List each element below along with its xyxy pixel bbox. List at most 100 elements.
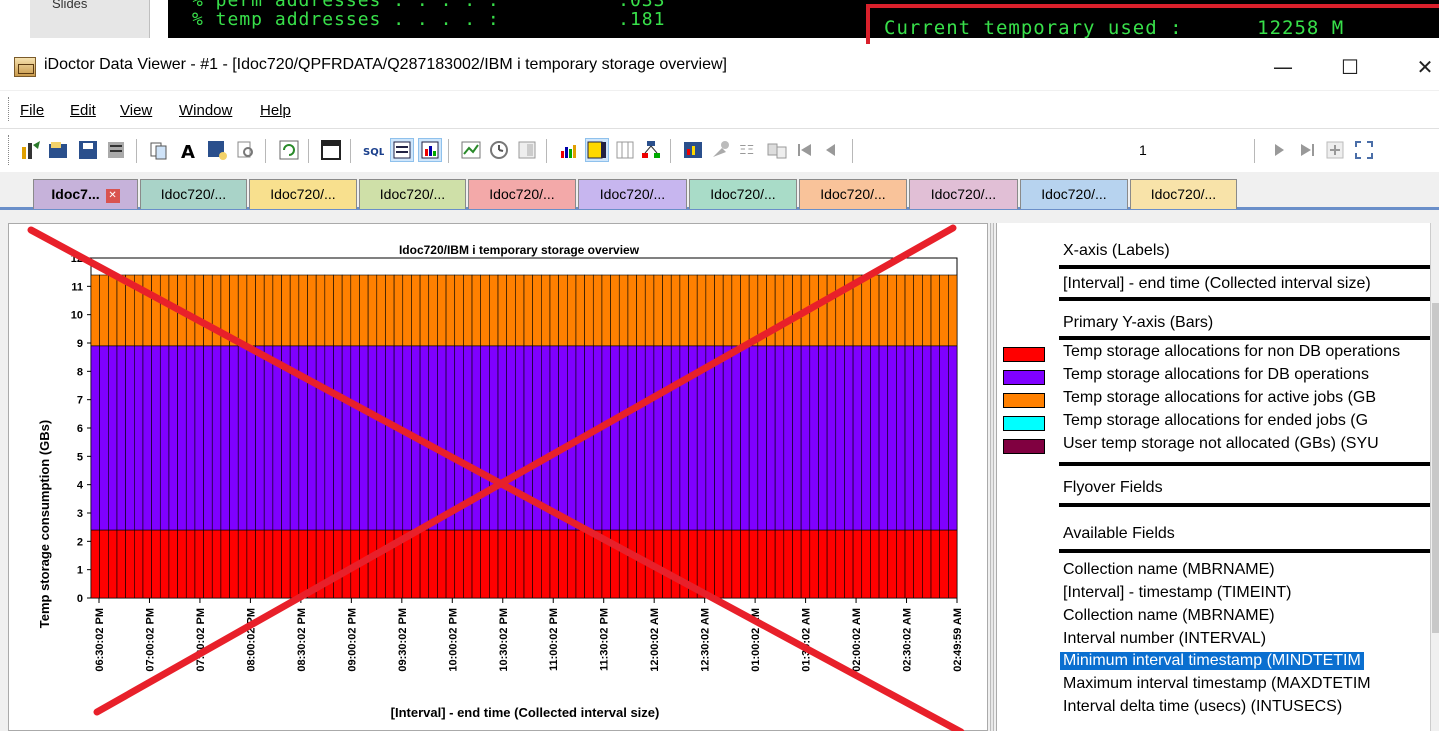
flowchart-icon[interactable] [640, 139, 662, 161]
refresh-icon[interactable] [278, 139, 300, 161]
graph-view-icon[interactable] [418, 138, 442, 162]
bar-segment-0 [506, 529, 516, 599]
tab-active[interactable]: Idoc7... ✕ [33, 179, 138, 209]
bar-segment-1 [497, 345, 507, 531]
export-chart-icon[interactable] [682, 139, 704, 161]
save-icon[interactable] [77, 139, 99, 161]
bar-segment-1 [861, 345, 871, 531]
tab-label: Idoc720/... [1041, 186, 1107, 202]
bar-segment-2 [601, 274, 611, 347]
tab-2[interactable]: Idoc720/... [140, 179, 247, 209]
chart-panel[interactable]: Idoc720/IBM i temporary storage overview… [8, 223, 988, 731]
toolbar-grip [8, 135, 11, 165]
tools-icon[interactable] [710, 139, 732, 161]
field-item[interactable]: [Interval] - timestamp (TIMEINT) [1063, 584, 1291, 602]
menu-file[interactable]: File [20, 102, 44, 119]
tab-8[interactable]: Idoc720/... [799, 179, 907, 209]
menu-view[interactable]: View [120, 102, 152, 119]
layout-icon[interactable] [320, 139, 342, 161]
compare-icon[interactable] [766, 139, 788, 161]
bar-segment-2 [263, 274, 274, 347]
series-swatch-active-jobs [1003, 393, 1045, 408]
bar-chart-icon[interactable] [558, 139, 580, 161]
field-item[interactable]: Maximum interval timestamp (MAXDTETIM [1063, 675, 1371, 693]
close-button[interactable]: ✕ [1405, 50, 1439, 84]
series-active-jobs[interactable]: Temp storage allocations for active jobs… [1063, 389, 1376, 407]
tab-10[interactable]: Idoc720/... [1020, 179, 1128, 209]
next-record-icon[interactable] [1268, 139, 1290, 161]
bar-segment-1 [558, 345, 568, 531]
menu-bar: File Edit View Window Help [0, 90, 1439, 128]
bar-segment-0 [367, 529, 378, 599]
open-icon[interactable] [47, 139, 69, 161]
table-view-icon[interactable] [390, 138, 414, 162]
bar-segment-0 [125, 529, 135, 599]
bar-segment-2 [731, 274, 741, 347]
last-record-icon[interactable] [1296, 139, 1318, 161]
xaxis-field[interactable]: [Interval] - end time (Collected interva… [1063, 275, 1371, 293]
tab-4[interactable]: Idoc720/... [359, 179, 466, 209]
bar-segment-2 [870, 274, 880, 347]
bar-segment-1 [315, 345, 326, 531]
series-non-db[interactable]: Temp storage allocations for non DB oper… [1063, 343, 1400, 361]
tab-11[interactable]: Idoc720/... [1130, 179, 1237, 209]
bar-segment-1 [341, 345, 352, 531]
fullscreen-icon[interactable] [1353, 139, 1375, 161]
copy-icon[interactable] [148, 139, 170, 161]
previous-record-icon[interactable] [820, 139, 842, 161]
clock-icon[interactable] [488, 139, 510, 161]
tab-5[interactable]: Idoc720/... [468, 179, 576, 209]
maximize-button[interactable]: ☐ [1330, 50, 1370, 84]
svg-text:SQL: SQL [363, 147, 384, 158]
sql-icon[interactable]: SQL [362, 139, 384, 161]
menu-edit[interactable]: Edit [70, 102, 96, 119]
field-item[interactable]: Interval delta time (usecs) (INTUSECS) [1063, 698, 1342, 716]
bar-segment-0 [731, 529, 741, 599]
bar-segment-0 [809, 529, 819, 599]
bar-segment-2 [203, 274, 213, 347]
slides-tab[interactable]: Slides [30, 0, 150, 38]
field-item[interactable]: Collection name (MBRNAME) [1063, 561, 1275, 579]
font-icon[interactable]: A [178, 139, 200, 161]
add-icon[interactable] [1324, 139, 1346, 161]
bar-segment-0 [108, 529, 118, 599]
bar-segment-0 [203, 529, 213, 599]
first-record-icon[interactable] [794, 139, 816, 161]
window-titlebar: iDoctor Data Viewer - #1 - [Idoc720/QPFR… [0, 44, 1439, 90]
menu-help[interactable]: Help [260, 102, 291, 119]
tab-9[interactable]: Idoc720/... [909, 179, 1018, 209]
menu-window[interactable]: Window [179, 102, 232, 119]
group-icon[interactable]: ΞΞ [738, 139, 760, 161]
tab-3[interactable]: Idoc720/... [249, 179, 357, 209]
scrollbar-thumb[interactable] [1432, 303, 1439, 633]
columns-icon[interactable] [614, 139, 636, 161]
bar-segment-1 [800, 345, 811, 531]
save-as-icon[interactable] [206, 139, 228, 161]
field-item[interactable]: Interval number (INTERVAL) [1063, 630, 1266, 648]
series-ended-jobs[interactable]: Temp storage allocations for ended jobs … [1063, 412, 1368, 430]
tab-6[interactable]: Idoc720/... [578, 179, 687, 209]
analyze-icon[interactable] [20, 139, 42, 161]
tab-7[interactable]: Idoc720/... [689, 179, 797, 209]
properties-icon[interactable] [105, 139, 127, 161]
series-db[interactable]: Temp storage allocations for DB operatio… [1063, 366, 1369, 384]
minimize-button[interactable]: — [1263, 50, 1303, 84]
legend-icon[interactable] [585, 138, 609, 162]
field-list-scrollbar[interactable] [1430, 223, 1439, 731]
bar-segment-1 [506, 345, 516, 531]
bar-segment-2 [411, 274, 421, 347]
y-tick-label: 11 [71, 281, 83, 293]
find-icon[interactable] [235, 139, 257, 161]
series-not-allocated[interactable]: User temp storage not allocated (GBs) (S… [1063, 435, 1379, 453]
line-graph-icon[interactable] [460, 139, 482, 161]
field-item[interactable]: Collection name (MBRNAME) [1063, 607, 1275, 625]
splitter[interactable] [990, 223, 994, 731]
y-tick-label: 2 [77, 536, 83, 548]
close-tab-icon[interactable]: ✕ [105, 189, 120, 203]
field-item-selected[interactable]: Minimum interval timestamp (MINDTETIM [1060, 652, 1364, 670]
bar-segment-0 [818, 529, 828, 599]
panel-icon[interactable] [516, 139, 538, 161]
bar-segment-0 [168, 529, 178, 599]
bar-segment-0 [194, 529, 204, 599]
bar-segment-1 [939, 345, 949, 531]
